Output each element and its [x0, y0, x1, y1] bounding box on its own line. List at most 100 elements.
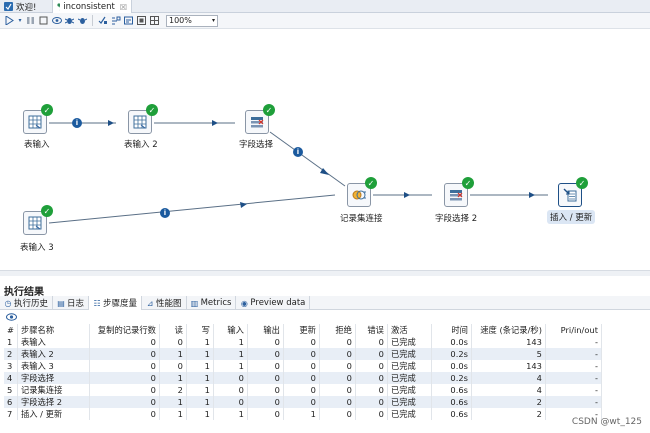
tab-inconsistent[interactable]: inconsistent ☒	[52, 0, 132, 14]
table-cell: 0	[247, 348, 284, 360]
table-cell: -	[545, 384, 602, 396]
table-cell: 0.2s	[431, 348, 472, 360]
step-label: 插入 / 更新	[547, 210, 596, 224]
tab-preview-data[interactable]: ◉ Preview data	[236, 296, 311, 310]
table-cell: 0.6s	[431, 408, 472, 420]
table-cell: 0	[319, 348, 356, 360]
table-row[interactable]: 1 表输入 0 0 1 1 0 0 0 0 已完成 0.0s 143-	[4, 336, 602, 348]
table-cell: 0	[355, 408, 388, 420]
show-hide-eye-icon[interactable]	[6, 313, 17, 321]
tab-welcome-label: 欢迎!	[16, 2, 37, 13]
table-cell: 3	[4, 360, 18, 372]
column-header[interactable]: 时间	[431, 324, 472, 336]
run-icon[interactable]	[4, 15, 15, 26]
table-cell: 0	[247, 360, 284, 372]
explore-db-icon[interactable]	[136, 15, 147, 26]
layout-icon[interactable]	[149, 15, 160, 26]
table-cell: 0	[319, 360, 356, 372]
hop-info-icon[interactable]: i	[160, 208, 170, 218]
hop-line[interactable]	[269, 131, 346, 187]
column-header[interactable]: 写	[186, 324, 214, 336]
column-header[interactable]: 拒绝	[319, 324, 356, 336]
table-cell: 0.0s	[431, 360, 472, 372]
step-label: 记录集连接	[340, 214, 383, 224]
verify-icon[interactable]	[97, 15, 108, 26]
step-table-input[interactable]: ✓	[23, 104, 53, 134]
table-row[interactable]: 7 插入 / 更新 0 1 1 1 0 1 0 0 已完成 0.6s 2-	[4, 408, 602, 420]
table-cell: 0.6s	[431, 396, 472, 408]
column-header[interactable]: 复制的记录行数	[89, 324, 160, 336]
table-cell: 5	[4, 384, 18, 396]
table-row[interactable]: 3 表输入 3 0 0 1 1 0 0 0 0 已完成 0.0s 143-	[4, 360, 602, 372]
table-cell: 4	[471, 372, 546, 384]
hop-line[interactable]	[48, 194, 336, 224]
success-check-icon: ✓	[576, 177, 588, 189]
sql-icon[interactable]	[123, 15, 134, 26]
table-cell: 143	[471, 336, 546, 348]
column-header[interactable]: 更新	[283, 324, 320, 336]
step-insert-update[interactable]: ✓	[558, 177, 588, 207]
tab-performance-graph[interactable]: ⊿ 性能图	[142, 296, 187, 310]
tab-log[interactable]: ▤ 日志	[53, 296, 90, 310]
column-header[interactable]: 速度 (条记录/秒)	[471, 324, 546, 336]
pause-icon[interactable]	[25, 15, 36, 26]
tab-execution-history[interactable]: ◷ 执行历史	[0, 296, 54, 310]
replay-icon[interactable]	[77, 15, 88, 26]
table-cell: 表输入 2	[17, 348, 90, 360]
table-input-icon	[28, 115, 42, 129]
tab-metrics[interactable]: ▥ Metrics	[187, 296, 237, 310]
column-header[interactable]: 激活	[387, 324, 432, 336]
table-row[interactable]: 5 记录集连接 0 2 1 0 0 0 0 0 已完成 0.6s 4-	[4, 384, 602, 396]
table-row[interactable]: 4 字段选择 0 1 1 0 0 0 0 0 已完成 0.2s 4-	[4, 372, 602, 384]
hop-arrow-icon	[108, 120, 114, 126]
close-icon[interactable]: ☒	[120, 3, 127, 12]
column-header[interactable]: 输入	[213, 324, 248, 336]
run-options-chevron-down-icon[interactable]: ▾	[17, 15, 23, 26]
merge-join-icon	[352, 190, 366, 200]
table-cell: 0	[283, 348, 320, 360]
table-cell: 0	[89, 348, 160, 360]
step-select-values-2[interactable]: ✓	[444, 177, 474, 207]
table-cell: 表输入 3	[17, 360, 90, 372]
table-cell: 2	[4, 348, 18, 360]
table-cell: 1	[159, 396, 187, 408]
table-row[interactable]: 2 表输入 2 0 1 1 1 0 0 0 0 已完成 0.2s 5-	[4, 348, 602, 360]
impact-analysis-icon[interactable]	[110, 15, 121, 26]
hop-arrow-icon	[240, 202, 247, 208]
column-header[interactable]: 步骤名称	[17, 324, 90, 336]
hop-info-icon[interactable]: i	[293, 147, 303, 157]
table-cell: -	[545, 360, 602, 372]
panel-splitter[interactable]	[0, 270, 650, 276]
tab-step-metrics[interactable]: ☷ 步骤度量	[89, 296, 143, 310]
hop-info-icon[interactable]: i	[72, 118, 82, 128]
column-header[interactable]: 读	[159, 324, 187, 336]
table-cell: 1	[4, 336, 18, 348]
stop-icon[interactable]	[38, 15, 49, 26]
table-cell: 2	[159, 384, 187, 396]
table-cell: 0	[355, 360, 388, 372]
transformation-canvas[interactable]: i i i ✓ 表输入 ✓ 表输入 2 ✓ 字段选择 ✓ 表输入 3 ✓ 记录集…	[0, 30, 650, 270]
step-table-input-2[interactable]: ✓	[128, 104, 158, 134]
column-header[interactable]: #	[4, 324, 18, 336]
column-header[interactable]: 输出	[247, 324, 284, 336]
column-header[interactable]: Pri/in/out	[545, 324, 602, 336]
log-icon: ▤	[57, 298, 65, 308]
results-toolbar	[0, 311, 650, 323]
step-merge-join[interactable]: ✓	[347, 177, 377, 207]
tab-label: 日志	[67, 299, 85, 309]
table-cell: 0	[319, 384, 356, 396]
tab-welcome[interactable]: 欢迎!	[0, 0, 52, 13]
preview-eye-icon[interactable]	[51, 15, 62, 26]
table-cell: 0	[89, 360, 160, 372]
debug-bug-icon[interactable]	[64, 15, 75, 26]
step-select-values[interactable]: ✓	[245, 104, 275, 134]
step-table-input-3[interactable]: ✓	[23, 205, 53, 235]
zoom-select[interactable]: 100% ▾	[166, 14, 218, 27]
table-cell: 0	[355, 348, 388, 360]
column-header[interactable]: 错误	[355, 324, 388, 336]
table-cell: -	[545, 348, 602, 360]
table-input-icon	[133, 115, 147, 129]
editor-tab-bar: 欢迎! inconsistent ☒	[0, 0, 650, 14]
table-cell: 已完成	[387, 348, 432, 360]
table-row[interactable]: 6 字段选择 2 0 1 1 0 0 0 0 0 已完成 0.6s 2-	[4, 396, 602, 408]
